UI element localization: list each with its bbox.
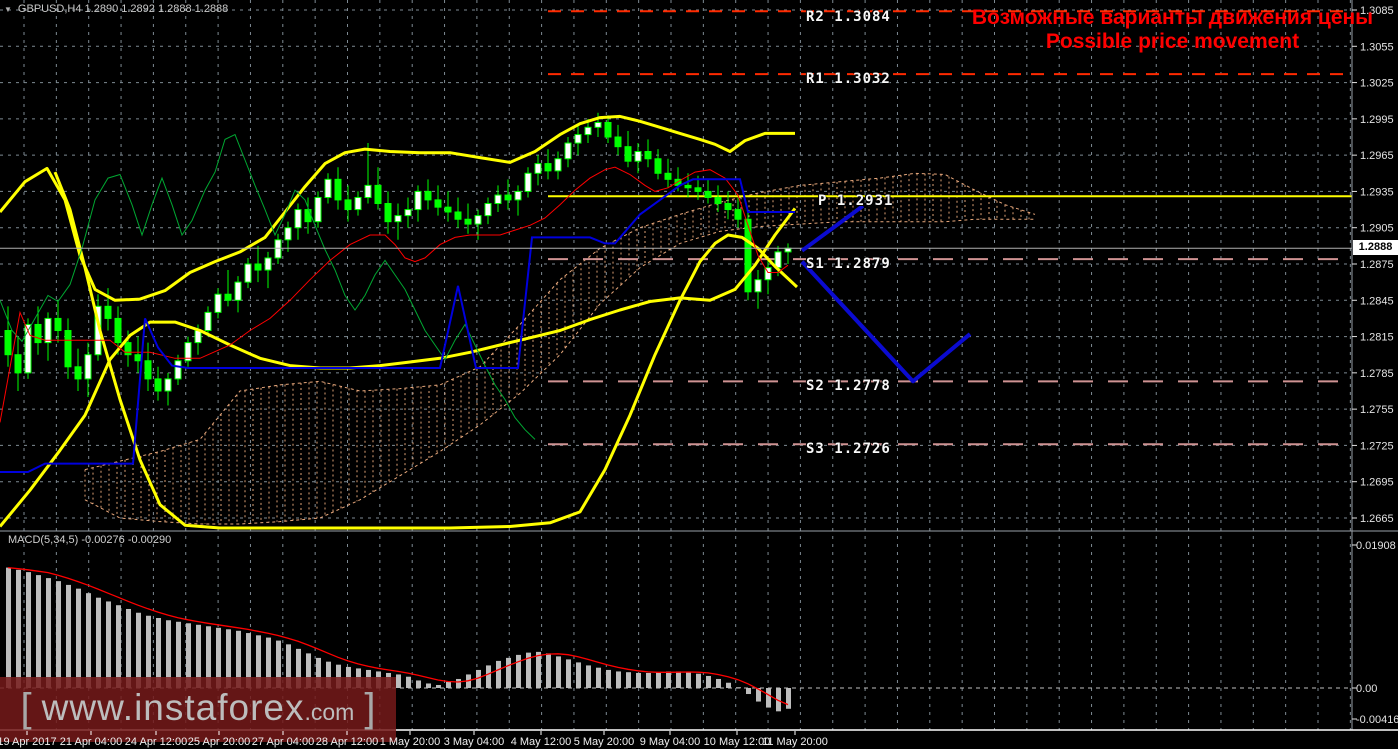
chart-title-bar: ▼ GBPUSD,H4 1.2890 1.2892 1.2888 1.2888 [4, 3, 228, 15]
svg-text:1.2665: 1.2665 [1360, 513, 1394, 525]
macd-indicator-label: MACD(5,34,5) -0.00276 -0.00290 [8, 534, 171, 546]
pivot-label-s2: S2 1.2778 [806, 378, 891, 394]
watermark-bracket-left: [ [21, 688, 32, 728]
svg-text:1.2995: 1.2995 [1360, 114, 1394, 126]
svg-text:1.2845: 1.2845 [1360, 295, 1394, 307]
annotation-line-en: Possible price movement [950, 30, 1395, 54]
svg-text:28 Apr 12:00: 28 Apr 12:00 [316, 736, 378, 748]
svg-text:5 May 20:00: 5 May 20:00 [574, 736, 635, 748]
svg-text:1.2785: 1.2785 [1360, 368, 1394, 380]
current-price-tag: 1.2888 [1353, 240, 1398, 255]
trading-terminal-chart-window: 1.30851.30551.30251.29951.29651.29351.29… [0, 0, 1398, 749]
svg-text:1.2815: 1.2815 [1360, 332, 1394, 344]
svg-text:24 Apr 12:00: 24 Apr 12:00 [125, 736, 187, 748]
pivot-label-s3: S3 1.2726 [806, 441, 891, 457]
svg-text:1 May 20:00: 1 May 20:00 [380, 736, 441, 748]
svg-text:1.2935: 1.2935 [1360, 186, 1394, 198]
pivot-label-r2: R2 1.3084 [806, 9, 891, 25]
svg-text:1.2875: 1.2875 [1360, 259, 1394, 271]
svg-text:9 May 04:00: 9 May 04:00 [640, 736, 701, 748]
svg-text:1.2695: 1.2695 [1360, 477, 1394, 489]
watermark-url-suffix: .com [304, 699, 354, 725]
watermark-bracket-right: ] [364, 688, 375, 728]
symbol-ohlc-title: GBPUSD,H4 1.2890 1.2892 1.2888 1.2888 [18, 3, 228, 15]
svg-text:3 May 04:00: 3 May 04:00 [444, 736, 505, 748]
svg-text:1.2965: 1.2965 [1360, 150, 1394, 162]
annotation-line-ru: Возможные варианты движения цены [950, 6, 1395, 30]
svg-text:4 May 12:00: 4 May 12:00 [511, 736, 572, 748]
pivot-label-r1: R1 1.3032 [806, 71, 891, 87]
watermark-url: www.instaforex [42, 687, 305, 728]
svg-text:0.00: 0.00 [1356, 683, 1377, 695]
price-movement-annotation: Возможные варианты движения цены Possibl… [950, 6, 1395, 54]
instaforex-watermark: [ www.instaforex.com ] [0, 682, 396, 734]
pivot-label-p: P 1.2931 [818, 193, 893, 209]
svg-text:1.2725: 1.2725 [1360, 440, 1394, 452]
svg-text:1.2755: 1.2755 [1360, 404, 1394, 416]
svg-text:1.3025: 1.3025 [1360, 78, 1394, 90]
svg-text:-0.00416: -0.00416 [1356, 714, 1398, 726]
symbol-dropdown-icon[interactable]: ▼ [4, 5, 12, 14]
svg-text:25 Apr 20:00: 25 Apr 20:00 [188, 736, 250, 748]
svg-text:10 May 12:00: 10 May 12:00 [704, 736, 771, 748]
svg-text:0.01908: 0.01908 [1356, 540, 1396, 552]
svg-text:11 May 20:00: 11 May 20:00 [762, 736, 828, 748]
svg-text:21 Apr 04:00: 21 Apr 04:00 [60, 736, 122, 748]
pivot-label-s1: S1 1.2879 [806, 256, 891, 272]
chart-canvas[interactable]: 1.30851.30551.30251.29951.29651.29351.29… [0, 0, 1398, 749]
svg-text:19 Apr 2017: 19 Apr 2017 [0, 736, 57, 748]
svg-text:1.2905: 1.2905 [1360, 223, 1394, 235]
svg-text:27 Apr 04:00: 27 Apr 04:00 [252, 736, 314, 748]
